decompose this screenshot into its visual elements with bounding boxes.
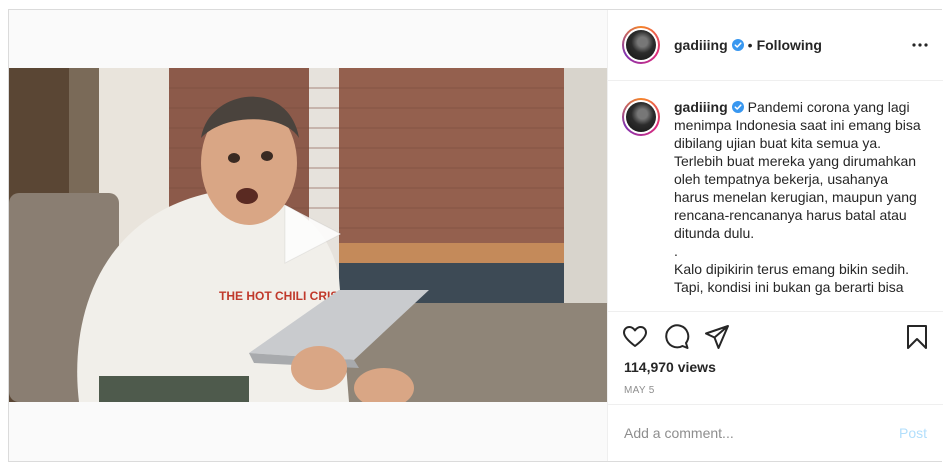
caption-area: gadiiing Pandemi corona yang lagi menimpa…	[608, 82, 943, 310]
verified-icon	[731, 101, 744, 113]
caption-avatar-image	[626, 102, 656, 132]
post-header: gadiiing • Following	[608, 10, 943, 81]
share-icon[interactable]	[704, 324, 730, 350]
save-bookmark-icon[interactable]	[904, 324, 930, 350]
post-date[interactable]: MAY 5	[624, 385, 655, 396]
comment-icon[interactable]	[664, 324, 690, 350]
follow-separator: •	[747, 37, 753, 53]
more-options-icon[interactable]	[911, 36, 929, 54]
caption-username[interactable]: gadiiing	[674, 99, 728, 115]
comment-box: Post	[608, 404, 943, 461]
following-button[interactable]: Following	[757, 37, 822, 53]
caption-text: Pandemi corona yang lagi menimpa Indones…	[674, 99, 921, 295]
post-sidebar: gadiiing • Following gadiiing Pandemi cor…	[607, 10, 943, 461]
username-link[interactable]: gadiiing	[674, 37, 728, 53]
avatar-image	[626, 30, 656, 60]
post-card: THE HOT CHILI CRISP gadiiing • Following…	[8, 9, 943, 462]
post-comment-button[interactable]: Post	[899, 425, 927, 441]
media-pane: THE HOT CHILI CRISP	[9, 10, 607, 461]
views-count[interactable]: 114,970 views	[624, 359, 716, 375]
caption-avatar[interactable]	[622, 98, 660, 136]
caption-text-block: gadiiing Pandemi corona yang lagi menimpa…	[674, 98, 924, 310]
video-player[interactable]: THE HOT CHILI CRISP	[9, 68, 607, 402]
comment-input[interactable]	[624, 425, 899, 441]
play-icon[interactable]	[277, 201, 347, 267]
verified-icon	[731, 39, 744, 51]
avatar[interactable]	[622, 26, 660, 64]
heart-icon[interactable]	[622, 324, 648, 350]
